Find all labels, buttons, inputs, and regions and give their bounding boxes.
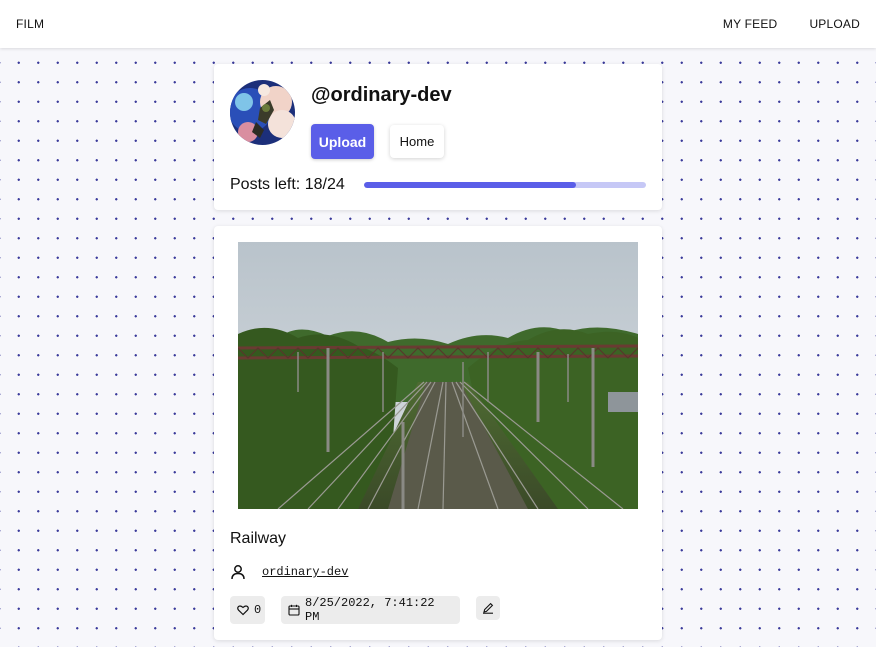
posts-left-label: Posts left: 18/24 [230,176,345,193]
my-feed-link[interactable]: MY FEED [723,17,778,31]
avatar[interactable] [230,80,295,145]
like-count: 0 [254,603,262,617]
nav-links: MY FEED UPLOAD [723,17,860,31]
like-button[interactable]: 0 [230,596,265,624]
posts-progress-bar [364,182,646,188]
posts-progress-fill [364,182,576,188]
upload-button[interactable]: Upload [311,124,374,159]
heart-icon [237,604,249,616]
post-date: 8/25/2022, 7:41:22 PM [305,596,435,624]
post-title: Railway [230,530,287,547]
brand-link[interactable]: FILM [16,17,44,31]
edit-post-button[interactable] [476,596,500,620]
top-navbar: FILM MY FEED UPLOAD [0,0,876,48]
post-card: Railway ordinary-dev 0 8/25/2022, 7:41:2… [214,226,662,640]
calendar-icon [288,604,300,616]
pencil-icon [482,602,494,614]
home-button[interactable]: Home [390,125,444,158]
post-date-chip: 8/25/2022, 7:41:22 PM [281,596,460,624]
profile-card: @ordinary-dev Upload Home Posts left: 18… [214,64,662,210]
profile-username: @ordinary-dev [311,84,452,106]
user-icon [230,564,246,580]
post-image[interactable] [238,242,638,509]
upload-link[interactable]: UPLOAD [809,17,860,31]
post-author-link[interactable]: ordinary-dev [262,565,348,579]
